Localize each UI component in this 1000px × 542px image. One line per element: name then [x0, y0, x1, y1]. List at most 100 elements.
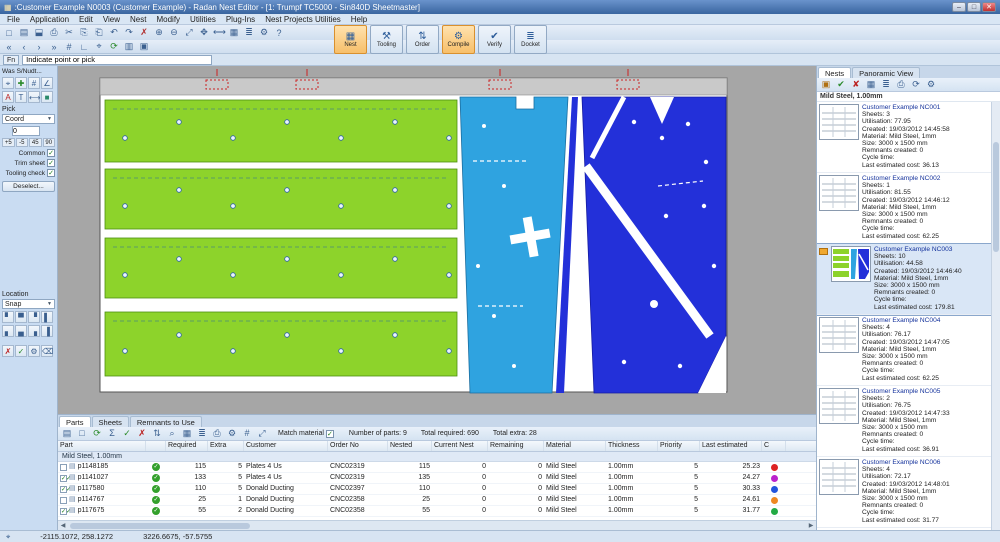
- row-checkbox[interactable]: [60, 464, 67, 471]
- workflow-order-button[interactable]: ⇅Order: [406, 25, 439, 54]
- add-part-icon[interactable]: □: [75, 427, 89, 440]
- material-group-row[interactable]: Mild Steel, 1.00mm: [58, 452, 816, 462]
- match-material-checkbox[interactable]: [326, 430, 334, 438]
- next-nest-icon[interactable]: ›: [32, 41, 46, 53]
- checkbox-tooling-check[interactable]: [47, 169, 55, 177]
- row-checkbox[interactable]: ✓: [60, 508, 67, 515]
- angle-icon[interactable]: ∠: [41, 77, 53, 89]
- row-checkbox[interactable]: [60, 497, 67, 504]
- workflow-compile-button[interactable]: ⚙Compile: [442, 25, 475, 54]
- checkbox-row-common[interactable]: Common: [2, 149, 55, 157]
- column-header-last-estimated[interactable]: Last estimated: [700, 441, 762, 451]
- previous-nest-icon[interactable]: ‹: [17, 41, 31, 53]
- find-part-icon[interactable]: ⌕: [165, 427, 179, 440]
- workflow-docket-button[interactable]: ≣Docket: [514, 25, 547, 54]
- new-icon[interactable]: □: [2, 27, 16, 39]
- print-parts-icon[interactable]: ⎙: [210, 427, 224, 440]
- origin-icon[interactable]: ⌖: [92, 40, 106, 53]
- table-row-p1148185[interactable]: ▤p1148185✓1155Plates 4 UsCNC0231911500Mi…: [58, 462, 816, 473]
- nest-list-scrollbar[interactable]: [991, 102, 1000, 530]
- column-header-customer[interactable]: Customer: [244, 441, 328, 451]
- grid-icon[interactable]: ▦: [227, 26, 241, 39]
- filter-icon[interactable]: #: [240, 427, 254, 440]
- tab-panoramic-view[interactable]: Panoramic View: [852, 67, 920, 78]
- column-header-current-nest[interactable]: Current Nest: [432, 441, 488, 451]
- table-row-p117675[interactable]: ✓▤p117675✓552Donald DuctingCNC023585500M…: [58, 506, 816, 517]
- tab-nests[interactable]: Nests: [818, 67, 851, 78]
- ortho-icon[interactable]: ∟: [77, 41, 91, 53]
- fn-button[interactable]: Fn: [3, 55, 19, 65]
- refresh-nests-icon[interactable]: ⟳: [909, 78, 923, 91]
- checkbox-trim-sheet[interactable]: [47, 159, 55, 167]
- tab-sheets[interactable]: Sheets: [92, 416, 129, 427]
- scrollbar-thumb[interactable]: [70, 523, 250, 529]
- workflow-tooling-button[interactable]: ⚒Tooling: [370, 25, 403, 54]
- menu-edit[interactable]: Edit: [74, 15, 98, 24]
- angle-button-45[interactable]: 45: [29, 138, 42, 147]
- nest-item-customer-example-nc002[interactable]: Customer Example NC002Sheets: 1Utilisati…: [817, 173, 991, 244]
- part-green-4[interactable]: [105, 312, 457, 376]
- deselect-button[interactable]: Deselect...: [2, 181, 55, 192]
- coord-dropdown[interactable]: Coord ▼: [2, 114, 55, 124]
- save-icon[interactable]: ⬓: [32, 26, 46, 39]
- column-header-extra[interactable]: Extra: [208, 441, 244, 451]
- angle-button-5[interactable]: -5: [16, 138, 29, 147]
- part-blue[interactable]: [582, 97, 726, 393]
- nest-item-customer-example-nc006[interactable]: Customer Example NC006Sheets: 4Utilisati…: [817, 457, 991, 528]
- cut-icon[interactable]: ✂: [62, 26, 76, 39]
- column-header-thickness[interactable]: Thickness: [606, 441, 658, 451]
- remove-part-icon[interactable]: ✗: [135, 427, 149, 440]
- sheet-view-icon[interactable]: ▥: [122, 40, 136, 53]
- redo-icon[interactable]: ↷: [122, 26, 136, 39]
- print-icon[interactable]: ⎙: [47, 26, 61, 39]
- angle-button-90[interactable]: 90: [43, 138, 56, 147]
- parts-settings-icon[interactable]: ⚙: [225, 427, 239, 440]
- table-row-p114767[interactable]: ▤p114767✓251Donald DuctingCNC023582500Mi…: [58, 495, 816, 506]
- attribute-icon[interactable]: A: [2, 91, 14, 103]
- help-icon[interactable]: ?: [272, 27, 286, 39]
- nest-list-icon[interactable]: ≣: [879, 78, 893, 91]
- menu-nest-projects-utilities[interactable]: Nest Projects Utilities: [260, 15, 346, 24]
- nest-grid-icon[interactable]: ▦: [864, 78, 878, 91]
- align-top-right-icon[interactable]: ▝: [28, 311, 40, 323]
- cancel-icon[interactable]: ✗: [2, 345, 14, 357]
- scroll-left-icon[interactable]: ◀: [58, 522, 68, 529]
- dimension-icon[interactable]: ⟷: [28, 91, 40, 103]
- prompt-input[interactable]: [22, 55, 212, 65]
- row-checkbox[interactable]: ✓: [60, 475, 67, 482]
- nest-item-customer-example-nc004[interactable]: Customer Example NC004Sheets: 4Utilisati…: [817, 315, 991, 386]
- erase-icon[interactable]: ⌫: [41, 345, 53, 357]
- column-header-material[interactable]: Material: [544, 441, 606, 451]
- column-header-required[interactable]: Required: [166, 441, 208, 451]
- open-icon[interactable]: ▤: [17, 26, 31, 39]
- close-button[interactable]: ✕: [982, 2, 996, 12]
- part-cyan[interactable]: [460, 97, 568, 393]
- tab-remnants-to-use[interactable]: Remnants to Use: [130, 416, 202, 427]
- part-view-icon[interactable]: ▣: [137, 40, 151, 53]
- sort-icon[interactable]: ⇅: [150, 427, 164, 440]
- horizontal-scrollbar[interactable]: ◀ ▶: [58, 520, 816, 530]
- align-bottom-right-icon[interactable]: ▗: [28, 325, 40, 337]
- snap-grid-icon[interactable]: #: [62, 41, 76, 53]
- pan-icon[interactable]: ✥: [197, 26, 211, 39]
- fill-colour-icon[interactable]: ■: [41, 91, 53, 103]
- nest-settings-icon[interactable]: ⚙: [924, 78, 938, 91]
- angle-button-5[interactable]: +5: [2, 138, 15, 147]
- checkbox-common[interactable]: [47, 149, 55, 157]
- workflow-nest-button[interactable]: ▦Nest: [334, 25, 367, 54]
- delete-nest-icon[interactable]: ✘: [849, 78, 863, 91]
- expand-icon[interactable]: ⤢: [255, 427, 269, 440]
- align-left-icon[interactable]: ▌: [41, 311, 53, 323]
- scroll-right-icon[interactable]: ▶: [806, 522, 816, 529]
- refresh-parts-icon[interactable]: ⟳: [90, 427, 104, 440]
- refresh-icon[interactable]: ⟳: [107, 40, 121, 53]
- column-header-part[interactable]: Part: [58, 441, 146, 451]
- menu-plug-ins[interactable]: Plug-Ins: [221, 15, 260, 24]
- minimize-button[interactable]: –: [952, 2, 966, 12]
- menu-help[interactable]: Help: [346, 15, 372, 24]
- column-header-c[interactable]: C: [762, 441, 786, 451]
- nest-item-customer-example-nc003[interactable]: Customer Example NC003Sheets: 10Utilisat…: [817, 244, 991, 315]
- align-right-icon[interactable]: ▐: [41, 325, 53, 337]
- menu-application[interactable]: Application: [25, 15, 74, 24]
- settings-icon[interactable]: ⚙: [257, 26, 271, 39]
